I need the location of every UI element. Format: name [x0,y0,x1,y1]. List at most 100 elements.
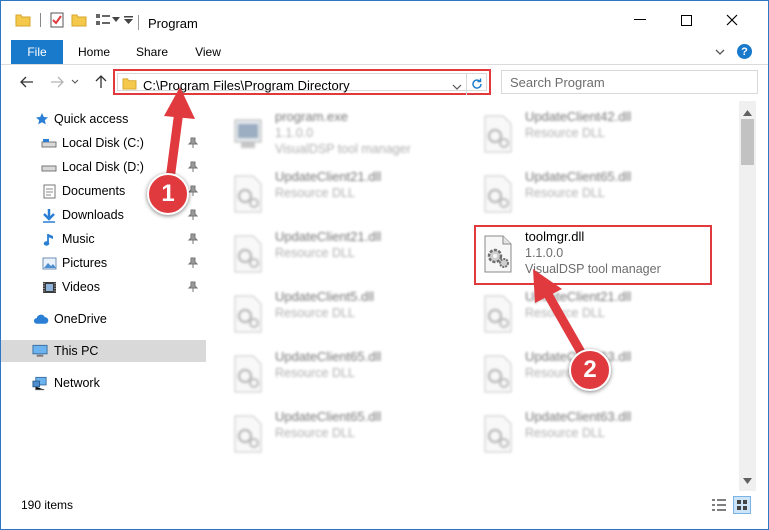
file-name: UpdateClient42.dll [525,109,632,124]
up-arrow-icon [95,75,107,88]
network-icon [32,375,48,391]
close-button[interactable] [709,1,755,39]
sidebar-item-network[interactable]: Network [1,372,206,394]
sidebar-item-local-disk-c[interactable]: Local Disk (C:) [1,132,206,154]
close-icon [726,14,738,26]
pin-icon[interactable] [188,257,198,269]
file-item[interactable]: UpdateClient63.dll Resource DLL [471,406,711,464]
chevron-down-icon [71,79,79,84]
large-icons-view-button[interactable] [733,496,751,514]
file-type: Resource DLL [525,426,605,440]
file-item[interactable]: UpdateClient21.dll Resource DLL [221,166,461,224]
toolbar-divider [37,12,43,28]
sidebar-item-music[interactable]: Music [1,228,206,250]
pin-icon[interactable] [188,281,198,293]
title-divider [138,15,139,30]
pin-icon[interactable] [188,233,198,245]
view-options-icon[interactable] [94,12,112,28]
address-field[interactable]: C:\Program Files\Program Directory [117,73,487,95]
dll-file-icon [234,175,262,213]
tab-share[interactable]: Share [129,40,175,64]
minimize-button[interactable] [617,1,663,39]
file-item[interactable]: UpdateClient42.dll Resource DLL [471,106,711,164]
pin-icon[interactable] [188,137,198,149]
sidebar-item-label: This PC [54,344,99,358]
file-name: UpdateClient21.dll [275,229,382,244]
search-placeholder[interactable]: Search Program [510,75,605,90]
maximize-button[interactable] [663,1,709,39]
file-type: Resource DLL [275,366,355,380]
file-type: Resource DLL [525,306,605,320]
dll-file-icon [484,415,512,453]
maximize-icon [680,14,692,26]
scrollbar-thumb[interactable] [741,119,754,165]
tab-view[interactable]: View [185,40,231,64]
scroll-up-icon[interactable] [743,105,752,119]
expand-ribbon-button[interactable] [713,45,727,59]
recent-locations-button[interactable] [69,73,81,91]
file-item[interactable]: UpdateClient21.dll Resource DLL [221,226,461,284]
computer-icon [32,343,48,359]
sidebar-item-videos[interactable]: Videos [1,276,206,298]
file-item[interactable]: UpdateClient65.dll Resource DLL [221,406,461,464]
exe-file-icon [234,119,262,148]
sidebar-item-quick-access[interactable]: Quick access [1,108,206,130]
navigation-bar: C:\Program Files\Program Directory Searc… [1,65,768,100]
dll-file-icon [234,355,262,393]
pictures-icon [41,255,57,271]
sidebar-item-label: Local Disk (D:) [62,160,144,174]
file-type: Resource DLL [275,186,355,200]
file-name: UpdateClient21.dll [275,169,382,184]
dll-file-icon [234,235,262,273]
back-button[interactable] [17,73,37,91]
help-icon: ? [741,45,748,58]
customize-toolbar-icon[interactable] [123,12,133,28]
file-type: Resource DLL [525,126,605,140]
folder-icon [122,77,137,93]
sidebar-item-onedrive[interactable]: OneDrive [1,308,206,330]
view-dropdown-icon[interactable] [112,12,120,28]
file-item[interactable]: UpdateClient21.dll Resource DLL [471,286,711,344]
refresh-button[interactable] [466,73,486,95]
address-bar[interactable]: C:\Program Files\Program Directory [113,69,491,95]
sidebar-item-this-pc[interactable]: This PC [1,340,206,362]
tab-file[interactable]: File [11,40,63,64]
scroll-down-icon[interactable] [743,473,752,487]
properties-icon[interactable] [49,12,65,28]
vertical-scrollbar[interactable] [739,101,756,491]
step-badge-1: 1 [147,173,189,215]
new-folder-icon[interactable] [71,12,87,28]
file-list: program.exe 1.1.0.0 VisualDSP tool manag… [211,101,741,491]
pin-icon[interactable] [188,209,198,221]
cloud-icon [33,311,49,327]
address-dropdown-icon[interactable] [452,79,462,93]
file-item[interactable]: UpdateClient65.dll Resource DLL [221,346,461,404]
item-count: 190 items [21,498,74,512]
file-item[interactable]: UpdateClient5.dll Resource DLL [221,286,461,344]
sidebar-item-label: Downloads [62,208,124,222]
file-item[interactable]: UpdateClient65.dll Resource DLL [471,166,711,224]
tab-home[interactable]: Home [71,40,117,64]
minimize-icon [634,19,646,20]
large-icons-view-icon [737,500,747,510]
help-button[interactable]: ? [737,44,752,59]
file-name: UpdateClient65.dll [525,169,632,184]
file-name: UpdateClient65.dll [275,409,382,424]
pin-icon[interactable] [188,185,198,197]
file-name: UpdateClient65.dll [275,349,382,364]
details-view-button[interactable] [711,498,727,512]
address-path[interactable]: C:\Program Files\Program Directory [143,78,350,93]
forward-button[interactable] [47,73,67,91]
file-item[interactable]: program.exe 1.1.0.0 VisualDSP tool manag… [221,106,461,164]
pin-icon[interactable] [188,161,198,173]
file-type: Resource DLL [275,246,355,260]
file-version: 1.1.0.0 [275,126,314,140]
search-box[interactable]: Search Program [501,70,758,94]
sidebar-item-label: OneDrive [54,312,107,326]
documents-icon [41,183,57,199]
dll-file-icon [234,415,262,453]
dll-file-icon [484,355,512,393]
up-button[interactable] [91,73,111,91]
highlight-box [474,225,712,285]
sidebar-item-pictures[interactable]: Pictures [1,252,206,274]
